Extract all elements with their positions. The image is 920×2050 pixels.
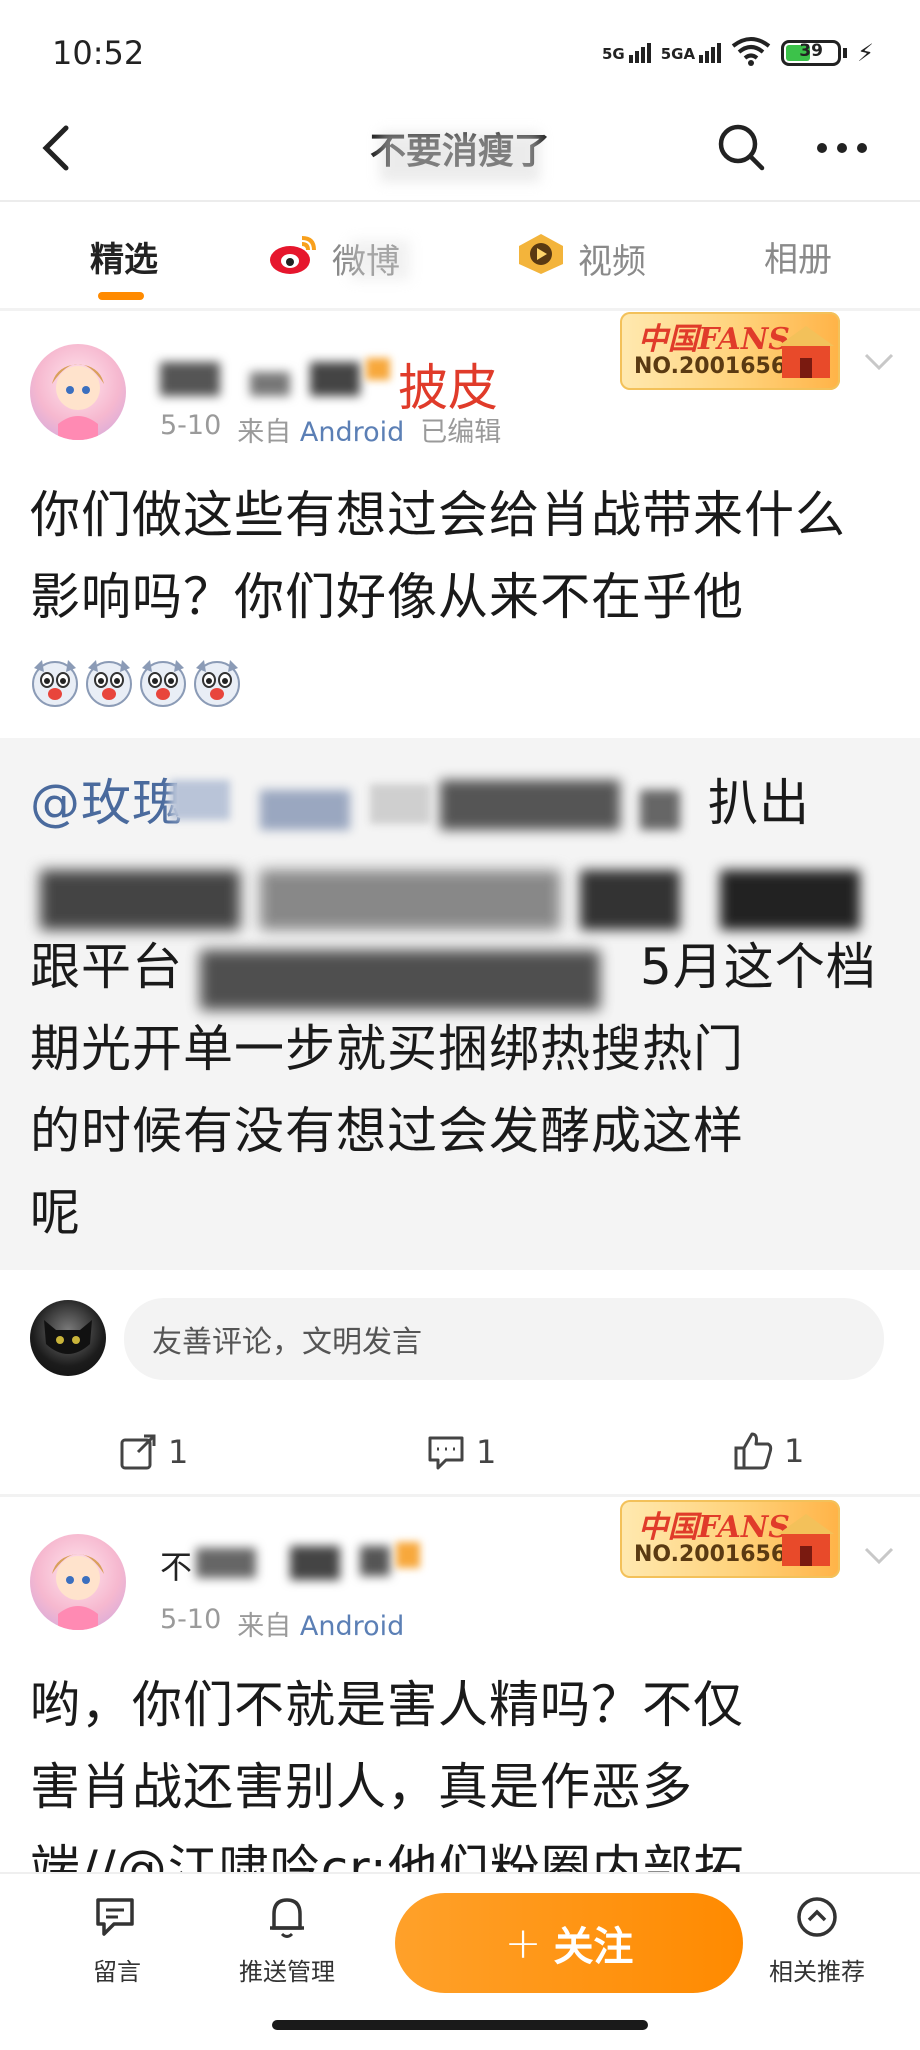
dog-emoji-icon: [86, 659, 132, 707]
related-button[interactable]: 相关推荐: [752, 1892, 882, 1987]
chevron-down-icon[interactable]: [862, 1540, 896, 1575]
fans-badge[interactable]: 中国FANS NO.2001656: [620, 312, 840, 390]
follow-button[interactable]: + 关注: [395, 1893, 743, 1993]
signal-icon-1: 5G: [602, 43, 651, 63]
comment-input[interactable]: 友善评论，文明发言: [124, 1298, 884, 1380]
dog-emoji-icon: [194, 659, 240, 707]
my-avatar[interactable]: [30, 1300, 106, 1376]
tab-featured[interactable]: 精选: [90, 232, 158, 281]
repost-line-5: 的时候有没有想过会发酵成这样: [30, 1102, 744, 1160]
post-meta: 5-10 来自 Android: [160, 1604, 405, 1642]
gate-icon: [778, 326, 834, 378]
tab-album[interactable]: 相册: [764, 232, 832, 281]
comment-button[interactable]: 1: [426, 1432, 496, 1472]
charging-icon: ⚡: [857, 39, 874, 67]
message-icon: [96, 1898, 134, 1936]
dog-emoji-icon: [140, 659, 186, 707]
username-blurred[interactable]: [160, 356, 390, 402]
avatar[interactable]: [30, 344, 126, 440]
search-button[interactable]: [712, 118, 772, 178]
comment-icon: [428, 1436, 464, 1470]
post-text-line-1: 哟，你们不就是害人精吗？不仅: [30, 1676, 744, 1734]
repost-button[interactable]: 1: [118, 1432, 188, 1472]
search-icon: [718, 124, 765, 171]
push-manage-button[interactable]: 推送管理: [222, 1892, 352, 1987]
battery-icon: 39: [781, 40, 848, 66]
like-button[interactable]: 1: [732, 1430, 804, 1472]
thumbs-up-icon: [734, 1432, 773, 1470]
wifi-icon: [731, 36, 771, 70]
post-text: 你们做这些有想过会给肖战带来什么影响吗？你们好像从来不在乎他: [30, 474, 890, 720]
share-icon: [120, 1434, 156, 1470]
dog-emoji-row: [30, 658, 242, 708]
tab-indicator: [98, 292, 144, 300]
weibo-icon: [268, 232, 320, 285]
tab-video[interactable]: 视频: [516, 232, 646, 285]
more-icon: [817, 143, 867, 153]
chevron-down-icon[interactable]: [862, 346, 896, 381]
signal-icon-2: 5GA: [661, 43, 722, 63]
fans-badge[interactable]: 中国FANS NO.2001656: [620, 1500, 840, 1578]
status-icons: 5G 5GA 39 ⚡: [602, 36, 874, 70]
post-meta: 5-10 来自 Android 已编辑: [160, 410, 502, 448]
gate-icon: [778, 1514, 834, 1566]
username-blurred[interactable]: 不: [160, 1540, 420, 1586]
more-button[interactable]: [812, 128, 872, 168]
status-time: 10:52: [52, 34, 145, 72]
dog-emoji-icon: [32, 659, 78, 707]
avatar[interactable]: [30, 1534, 126, 1630]
redacted-mosaic: [40, 770, 880, 1030]
video-icon: [516, 232, 566, 285]
repost-line-6: 呢: [30, 1184, 81, 1242]
message-button[interactable]: 留言: [62, 1892, 172, 1987]
post-text-line-2: 害肖战还害别人，真是作恶多: [30, 1758, 693, 1816]
chevron-up-circle-icon: [797, 1897, 837, 1937]
title-blur: [380, 132, 540, 182]
home-indicator[interactable]: [272, 2020, 648, 2030]
bell-icon: [270, 1898, 304, 1938]
